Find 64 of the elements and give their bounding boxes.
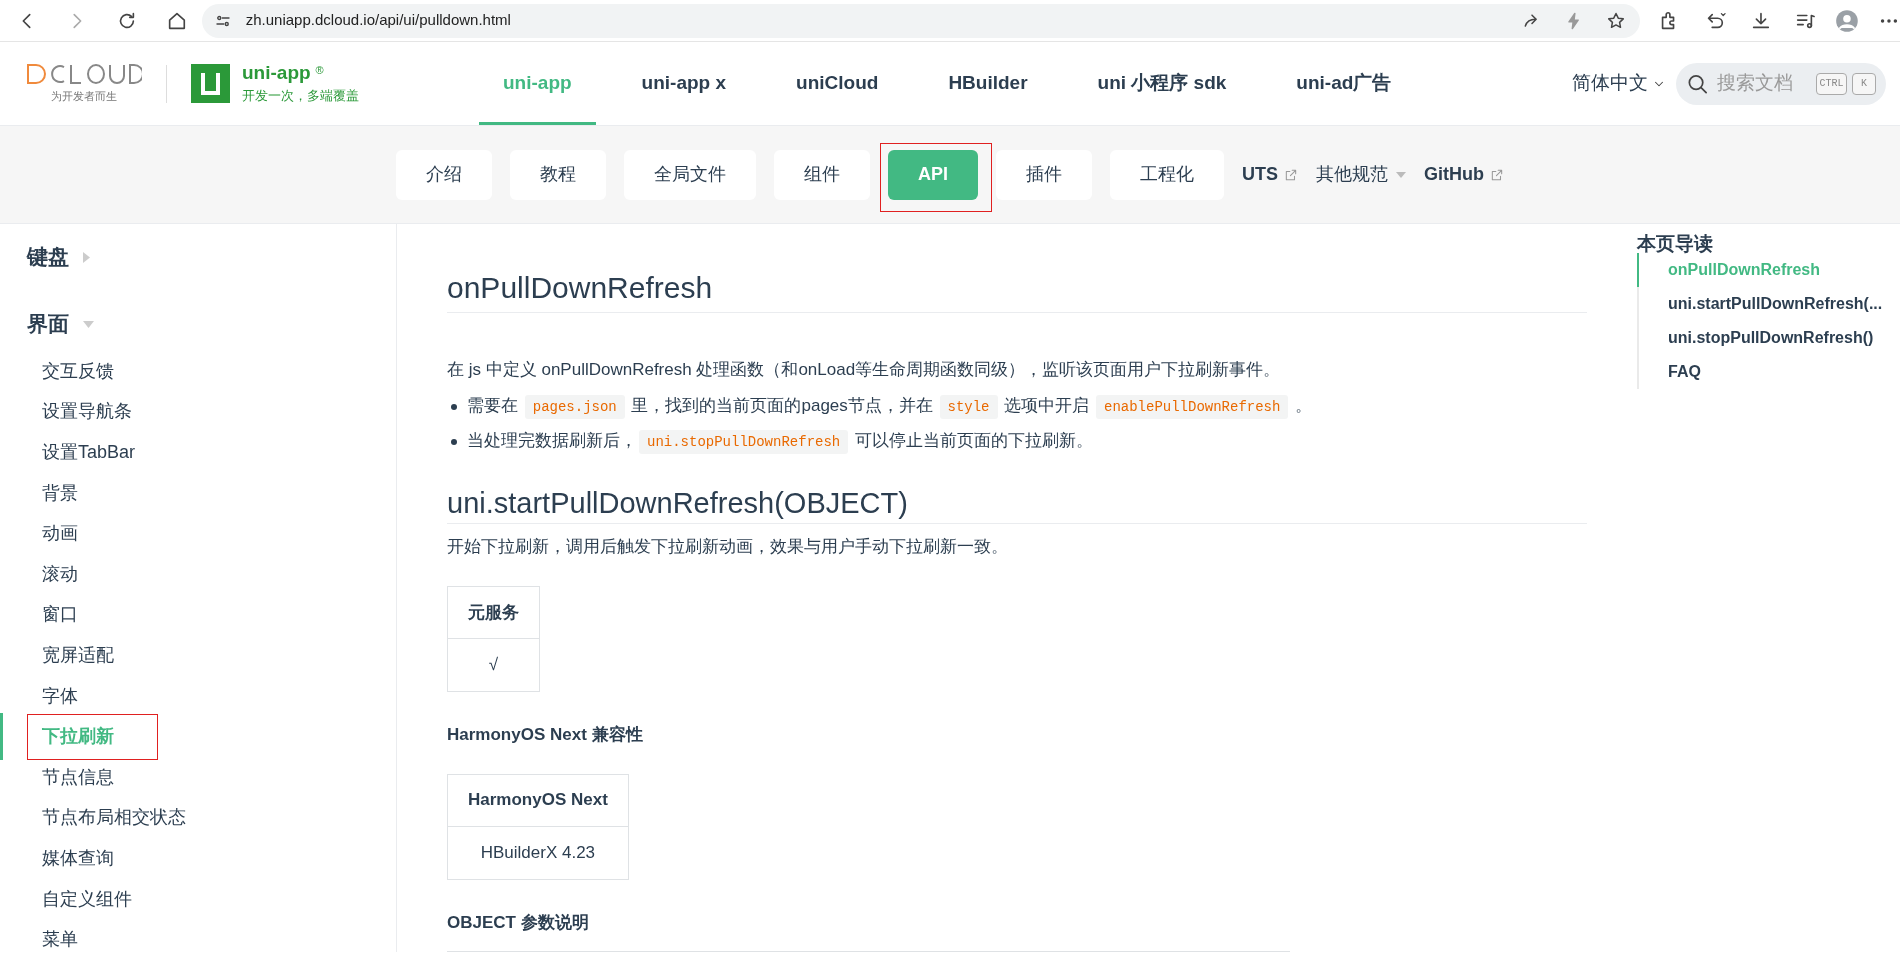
search-input[interactable]: 搜索文档: [1717, 69, 1811, 98]
subsection-heading: OBJECT 参数说明: [447, 911, 590, 934]
list-item-text: 当处理完数据刷新后， uni.stopPullDownRefresh 可以停止当前页面的下拉刷新。: [467, 428, 1093, 455]
profile-icon[interactable]: [1834, 7, 1861, 34]
sidebar-link[interactable]: 设置导航条: [42, 398, 132, 426]
shortcut-key: CTRL: [1816, 72, 1847, 95]
sidebar-link[interactable]: 动画: [42, 520, 78, 548]
sidebar-link[interactable]: 背景: [42, 479, 78, 507]
sidebar-section[interactable]: 键盘: [27, 241, 90, 273]
url-text: zh.uniapp.dcloud.io/api/ui/pulldown.html: [245, 10, 511, 31]
toc-link[interactable]: uni.startPullDownRefresh(...: [1637, 286, 1900, 321]
toc-link[interactable]: uni.stopPullDownRefresh(): [1637, 320, 1900, 355]
paragraph: 在 js 中定义 onPullDownRefresh 处理函数（和onLoad等生命周期函数同级），监听该页面用户下拉刷新事件。: [447, 359, 1282, 381]
sidebar-link[interactable]: 设置TabBar: [42, 439, 136, 466]
uni-app-logo-icon[interactable]: [191, 64, 230, 103]
subsection-heading: HarmonyOS Next 兼容性: [447, 724, 644, 746]
list-item-text: 需要在 pages.json 里，找到的当前页面的pages节点，并在 style 选项中开启 enablePullDownRefresh 。: [467, 393, 1313, 420]
product-slogan: 开发一次，多端覆盖: [242, 86, 359, 105]
sidebar-link[interactable]: 菜单: [42, 926, 78, 952]
language-selector[interactable]: 简体中文: [1572, 69, 1666, 98]
sidebar-link[interactable]: 滚动: [42, 560, 78, 588]
sidebar-link[interactable]: 节点布局相交状态: [42, 804, 186, 832]
sidebar-section[interactable]: 界面: [27, 308, 94, 340]
sidebar-link[interactable]: 字体: [42, 682, 78, 710]
nav-tab[interactable]: 插件: [996, 149, 1092, 200]
registered-mark: ®: [315, 62, 324, 78]
nav-tab[interactable]: 教程: [510, 149, 606, 200]
sidebar-link[interactable]: 交互反馈: [42, 357, 114, 385]
bullet-icon: [451, 438, 457, 445]
sidebar-link[interactable]: 宽屏适配: [42, 641, 114, 669]
dcloud-logo-icon[interactable]: [26, 62, 142, 85]
sidebar-link[interactable]: 媒体查询: [42, 844, 114, 872]
shortcut-key: K: [1852, 72, 1876, 95]
nav-dropdown[interactable]: 其他规范: [1316, 161, 1406, 188]
nav-tab[interactable]: 全局文件: [624, 149, 756, 200]
toc-link[interactable]: FAQ: [1637, 354, 1900, 389]
sidebar-link[interactable]: 窗口: [42, 601, 78, 629]
caret-icon: [1396, 171, 1406, 178]
sidebar-link[interactable]: 自定义组件: [42, 885, 132, 913]
table-cell: HBuilderX 4.23: [447, 826, 629, 879]
page-heading: onPullDownRefresh: [447, 270, 1587, 313]
logo-tagline: 为开发者而生: [51, 88, 117, 104]
nav-link[interactable]: HBuilder: [924, 42, 1052, 125]
external-link-icon[interactable]: [1284, 167, 1298, 182]
nav-tab[interactable]: 介绍: [396, 149, 492, 200]
nav-link[interactable]: UTS: [1242, 161, 1298, 188]
address-bar[interactable]: zh.uniapp.dcloud.io/api/ui/pulldown.html: [201, 3, 1641, 38]
nav-tab[interactable]: 工程化: [1110, 149, 1224, 200]
nav-tab[interactable]: 组件: [774, 149, 870, 200]
nav-link[interactable]: uni 小程序 sdk: [1073, 42, 1251, 125]
paragraph: 开始下拉刷新，调用后触发下拉刷新动画，效果与用户手动下拉刷新一致。: [447, 536, 1009, 558]
table-header: HarmonyOS Next: [447, 774, 629, 826]
nav-link[interactable]: uniCloud: [772, 42, 903, 125]
nav-link[interactable]: uni-ad广告: [1272, 42, 1416, 125]
product-name[interactable]: uni-app: [242, 61, 311, 84]
nav-link[interactable]: GitHub: [1424, 161, 1504, 188]
table-cell: √: [447, 638, 540, 692]
external-link-icon[interactable]: [1490, 167, 1504, 182]
section-heading: uni.startPullDownRefresh(OBJECT): [447, 485, 1587, 524]
table-header: 元服务: [447, 586, 540, 639]
bullet-icon: [451, 403, 457, 410]
nav-link[interactable]: uni-app x: [617, 42, 751, 125]
sidebar-link[interactable]: 节点信息: [42, 763, 114, 791]
star-icon[interactable]: [1606, 10, 1627, 31]
